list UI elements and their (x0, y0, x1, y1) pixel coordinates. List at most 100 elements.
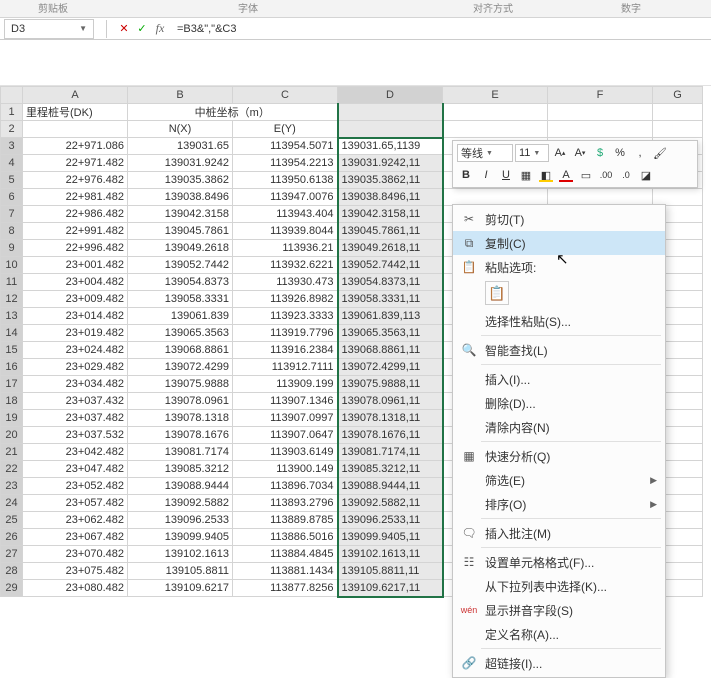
cell[interactable]: 139054.8373 (128, 274, 233, 291)
cell[interactable] (23, 121, 128, 138)
increase-font-icon[interactable]: A▴ (551, 144, 569, 162)
cell[interactable]: 113954.5071 (233, 138, 338, 155)
row-header[interactable]: 8 (1, 223, 23, 240)
cell[interactable]: 23+014.482 (23, 308, 128, 325)
cell[interactable]: 23+037.432 (23, 393, 128, 410)
cell[interactable] (443, 104, 548, 121)
cell[interactable]: 113943.404 (233, 206, 338, 223)
increase-decimal-icon[interactable]: .00 (597, 166, 615, 184)
cell[interactable]: 23+057.482 (23, 495, 128, 512)
cell[interactable]: 23+052.482 (23, 478, 128, 495)
cell[interactable] (653, 121, 703, 138)
decrease-decimal-icon[interactable]: .0 (617, 166, 635, 184)
cell-selected[interactable]: 139096.2533,11 (338, 512, 443, 529)
cell[interactable]: 113886.5016 (233, 529, 338, 546)
chevron-down-icon[interactable]: ▼ (533, 150, 540, 157)
cell-selected[interactable]: 139099.9405,11 (338, 529, 443, 546)
row-header[interactable]: 11 (1, 274, 23, 291)
cell[interactable]: 里程桩号(DK) (23, 104, 128, 121)
cell[interactable]: 139088.9444 (128, 478, 233, 495)
select-all-corner[interactable] (1, 87, 23, 104)
cell[interactable]: 23+029.482 (23, 359, 128, 376)
cell[interactable]: 139109.6217 (128, 580, 233, 597)
cell[interactable] (548, 104, 653, 121)
cell[interactable]: 139085.3212 (128, 461, 233, 478)
cell[interactable]: 139065.3563 (128, 325, 233, 342)
ctx-insert-comment[interactable]: 🗨 插入批注(M) (453, 521, 665, 545)
ctx-format-cells[interactable]: ☷ 设置单元格格式(F)... (453, 550, 665, 574)
cell[interactable]: 113926.8982 (233, 291, 338, 308)
cell-merged[interactable]: 中桩坐标（m） (128, 104, 338, 121)
cell[interactable]: 113909.199 (233, 376, 338, 393)
cell[interactable]: 139072.4299 (128, 359, 233, 376)
cell-selected[interactable]: 139058.3331,11 (338, 291, 443, 308)
row-header[interactable]: 10 (1, 257, 23, 274)
ctx-delete[interactable]: 删除(D)... (453, 391, 665, 415)
cell-selected[interactable]: 139031.65,1139 (338, 138, 443, 155)
cell[interactable] (653, 189, 703, 206)
font-size-select[interactable]: 11▼ (515, 144, 549, 162)
cell[interactable] (548, 121, 653, 138)
row-header[interactable]: 24 (1, 495, 23, 512)
cell[interactable]: 23+019.482 (23, 325, 128, 342)
cell[interactable]: 113932.6221 (233, 257, 338, 274)
cell[interactable]: 113916.2384 (233, 342, 338, 359)
ctx-define-name[interactable]: 定义名称(A)... (453, 622, 665, 646)
cell-selected[interactable]: 139054.8373,11 (338, 274, 443, 291)
mini-toolbar[interactable]: 等线▼ 11▼ A▴ A▾ $ % , 🖌 B I U ▦ ◧ A ▭ .00 … (452, 140, 698, 188)
row-header[interactable]: 16 (1, 359, 23, 376)
cell[interactable]: 113907.0997 (233, 410, 338, 427)
ctx-smart-lookup[interactable]: 🔍 智能查找(L) (453, 338, 665, 362)
cell[interactable]: 139092.5882 (128, 495, 233, 512)
row-header[interactable]: 1 (1, 104, 23, 121)
cell[interactable]: 139078.0961 (128, 393, 233, 410)
cell-selected[interactable]: 139049.2618,11 (338, 240, 443, 257)
cell[interactable]: 139105.8811 (128, 563, 233, 580)
cell[interactable]: 22+976.482 (23, 172, 128, 189)
cell[interactable]: 139102.1613 (128, 546, 233, 563)
cell[interactable]: 113903.6149 (233, 444, 338, 461)
cell[interactable]: 23+062.482 (23, 512, 128, 529)
context-menu[interactable]: ✂ 剪切(T) ⧉ 复制(C) 📋 粘贴选项: 📋 选择性粘贴(S)... 🔍 … (452, 204, 666, 678)
cell[interactable]: 23+024.482 (23, 342, 128, 359)
font-family-select[interactable]: 等线▼ (457, 144, 513, 162)
column-headers[interactable]: A B C D E F G (1, 87, 703, 104)
row-header[interactable]: 25 (1, 512, 23, 529)
percent-format-icon[interactable]: % (611, 144, 629, 162)
cell-selected[interactable]: 139065.3563,11 (338, 325, 443, 342)
chevron-down-icon[interactable]: ▼ (79, 24, 87, 33)
cell[interactable]: 113939.8044 (233, 223, 338, 240)
cell[interactable]: 113912.7111 (233, 359, 338, 376)
cell[interactable] (338, 104, 443, 121)
cell[interactable]: 139038.8496 (128, 189, 233, 206)
cell[interactable]: 113923.3333 (233, 308, 338, 325)
row-header[interactable]: 3 (1, 138, 23, 155)
formula-input[interactable]: =B3&","&C3 (169, 23, 711, 35)
cell[interactable]: 139049.2618 (128, 240, 233, 257)
cancel-icon[interactable]: ✕ (115, 20, 133, 38)
cell-selected[interactable]: 139085.3212,11 (338, 461, 443, 478)
row-header[interactable]: 26 (1, 529, 23, 546)
fx-icon[interactable]: fx (151, 20, 169, 38)
row-header[interactable]: 19 (1, 410, 23, 427)
cell[interactable]: 113893.2796 (233, 495, 338, 512)
row-header[interactable]: 6 (1, 189, 23, 206)
cell[interactable]: 22+991.482 (23, 223, 128, 240)
cell[interactable]: 22+996.482 (23, 240, 128, 257)
cell[interactable]: 113936.21 (233, 240, 338, 257)
col-header-C[interactable]: C (233, 87, 338, 104)
row-header[interactable]: 27 (1, 546, 23, 563)
cell[interactable]: 23+037.482 (23, 410, 128, 427)
cell[interactable]: 139075.9888 (128, 376, 233, 393)
col-header-F[interactable]: F (548, 87, 653, 104)
ctx-paste-special[interactable]: 选择性粘贴(S)... (453, 309, 665, 333)
chevron-down-icon[interactable]: ▼ (486, 150, 493, 157)
comma-format-icon[interactable]: , (631, 144, 649, 162)
fill-color-icon[interactable]: ◧ (537, 166, 555, 184)
format-icon[interactable]: ◪ (637, 166, 655, 184)
name-box[interactable]: D3 ▼ (4, 19, 94, 39)
cell-selected[interactable]: 139092.5882,11 (338, 495, 443, 512)
row-header[interactable]: 23 (1, 478, 23, 495)
cell[interactable]: E(Y) (233, 121, 338, 138)
row-header[interactable]: 7 (1, 206, 23, 223)
